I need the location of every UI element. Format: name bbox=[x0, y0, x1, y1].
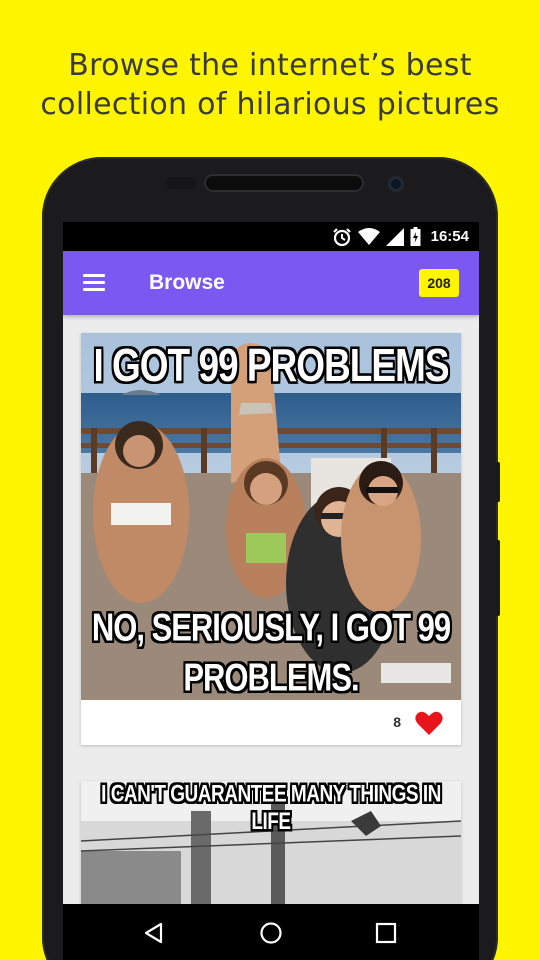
points-badge[interactable]: 208 bbox=[419, 269, 459, 297]
promo-line-2: collection of hilarious pictures bbox=[40, 87, 500, 122]
back-icon[interactable] bbox=[139, 918, 169, 948]
meme-image[interactable]: I GOT 99 PROBLEMS NO, SERIOUSLY, I GOT 9… bbox=[81, 333, 461, 700]
heart-icon[interactable] bbox=[415, 710, 443, 736]
alarm-icon bbox=[332, 227, 351, 246]
home-icon[interactable] bbox=[256, 918, 286, 948]
post-footer: 8 bbox=[81, 700, 461, 745]
recents-icon[interactable] bbox=[371, 918, 401, 948]
promo-headline: Browse the internet’s best collection of… bbox=[0, 46, 540, 124]
status-bar: 16:54 bbox=[63, 222, 479, 251]
meme-caption-bottom-line-2: PROBLEMS. bbox=[183, 655, 359, 700]
signal-icon bbox=[385, 227, 404, 246]
battery-icon bbox=[410, 227, 421, 246]
earpiece-speaker bbox=[204, 174, 364, 192]
sensor bbox=[166, 177, 196, 189]
promo-line-1: Browse the internet’s best bbox=[68, 48, 472, 83]
power-button bbox=[495, 462, 500, 502]
meme-image[interactable]: I CAN'T GUARANTEE MANY THINGS IN LIFE bbox=[81, 781, 461, 904]
like-count: 8 bbox=[393, 714, 401, 730]
meme-caption-top: I GOT 99 PROBLEMS bbox=[93, 339, 449, 391]
post-card[interactable]: I GOT 99 PROBLEMS NO, SERIOUSLY, I GOT 9… bbox=[81, 333, 461, 745]
post-card[interactable]: I CAN'T GUARANTEE MANY THINGS IN LIFE bbox=[81, 781, 461, 904]
front-camera bbox=[388, 176, 404, 192]
navigation-bar bbox=[63, 904, 479, 960]
status-time: 16:54 bbox=[430, 228, 469, 245]
app-bar: Browse 208 bbox=[63, 251, 479, 315]
meme-caption-top: I CAN'T GUARANTEE MANY THINGS IN LIFE bbox=[101, 781, 441, 836]
wifi-icon bbox=[357, 227, 380, 245]
app-title: Browse bbox=[149, 271, 225, 294]
meme-caption-bottom: NO, SERIOUSLY, I GOT 99 PROBLEMS. bbox=[81, 603, 461, 700]
volume-button bbox=[495, 540, 500, 616]
phone-screen: 16:54 Browse 208 I GOT 99 PROBLEMS NO, S… bbox=[63, 222, 479, 960]
hamburger-menu-icon[interactable] bbox=[81, 271, 107, 295]
meme-feed[interactable]: I GOT 99 PROBLEMS NO, SERIOUSLY, I GOT 9… bbox=[63, 315, 479, 904]
meme-caption-bottom-line-1: NO, SERIOUSLY, I GOT 99 bbox=[91, 605, 451, 650]
